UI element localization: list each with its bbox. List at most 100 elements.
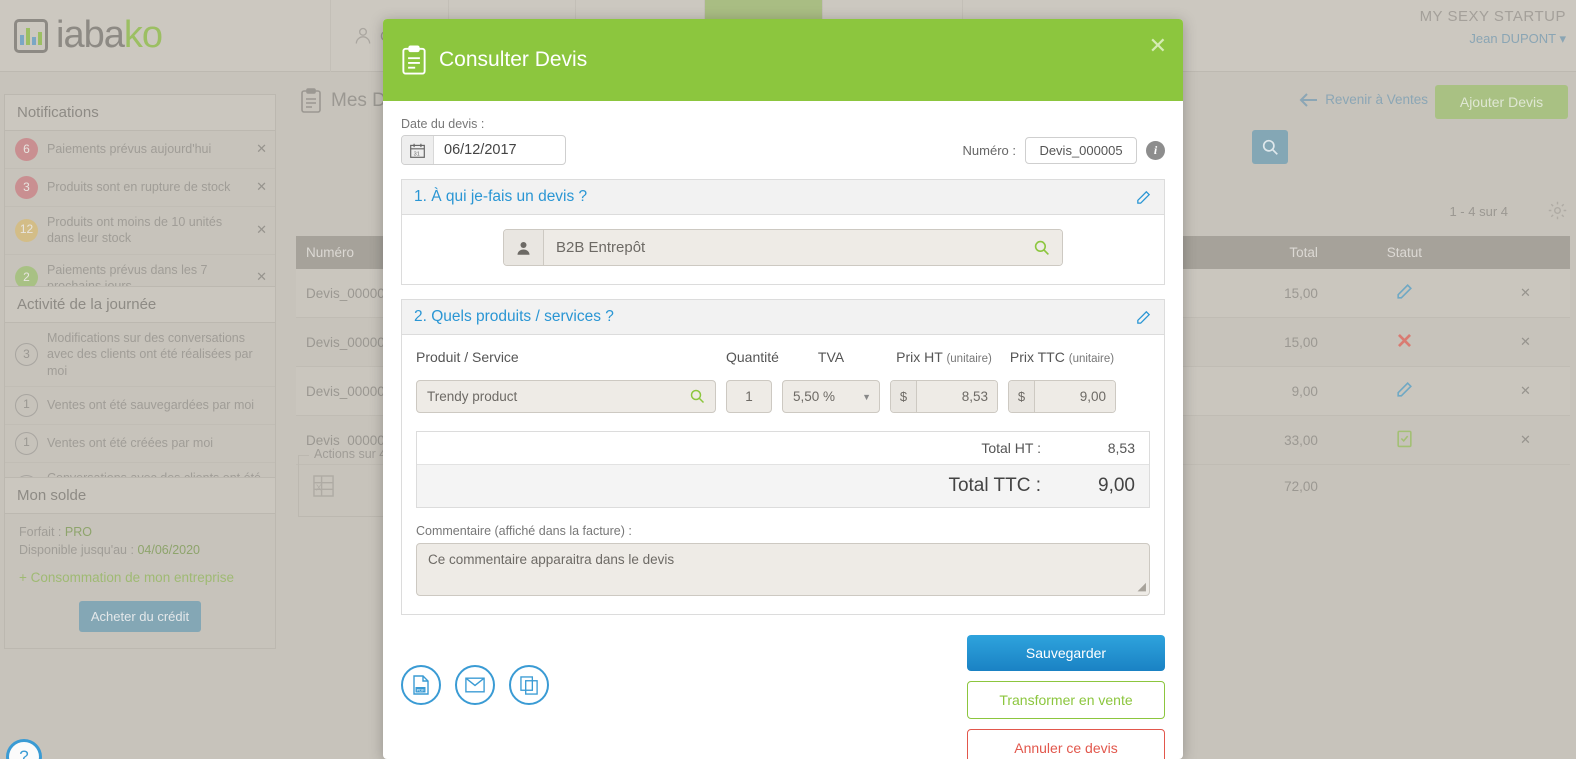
cell-delete[interactable]: ✕ — [1480, 317, 1570, 367]
clipboard-icon — [301, 88, 321, 113]
header-price-ht: Prix HT (unitaire) — [896, 349, 992, 365]
total-ht-row: Total HT : 8,53 — [417, 432, 1149, 464]
cell-total: 33,00 — [1162, 415, 1328, 465]
comment-textarea[interactable]: Ce commentaire apparaitra dans le devis … — [416, 543, 1150, 596]
date-value: 06/12/2017 — [444, 142, 517, 158]
col-actions — [1480, 236, 1570, 269]
total-ht-label: Total HT : — [981, 440, 1041, 456]
notifications-title: Notifications — [5, 95, 275, 131]
email-button[interactable] — [455, 665, 495, 705]
help-button[interactable]: ? — [6, 739, 42, 759]
back-link-label: Revenir à Ventes — [1325, 92, 1428, 107]
balance-plan-row: Forfait : PRO — [19, 525, 261, 539]
modal-footer: PDF Sauvegarder Transformer en vente Ann… — [383, 615, 1183, 759]
section-products-header: 2. Quels produits / services ? — [402, 300, 1164, 335]
activity-text: Ventes ont été sauvegardées par moi — [47, 398, 255, 413]
total-spacer2 — [1328, 465, 1481, 508]
date-label: Date du devis : — [401, 117, 485, 131]
balance-until-value: 04/06/2020 — [137, 543, 201, 557]
comment-value: Ce commentaire apparaitra dans le devis — [428, 552, 675, 567]
company-name: MY SEXY STARTUP — [1419, 8, 1566, 25]
price-ttc-input[interactable]: $ 9,00 — [1008, 380, 1116, 413]
activity-text: Ventes ont été créées par moi — [47, 436, 214, 451]
logo-mark-icon — [14, 18, 48, 53]
section-customer-title: 1. À qui je-fais un devis ? — [414, 188, 588, 205]
activity-title: Activité de la journée — [5, 287, 275, 323]
settings-gear-icon[interactable] — [1547, 200, 1568, 226]
col-statut[interactable]: Statut — [1327, 236, 1481, 269]
notification-item[interactable]: 12 Produits ont moins de 10 unités dans … — [5, 207, 275, 255]
cell-delete[interactable]: ✕ — [1480, 366, 1570, 416]
col-total[interactable]: Total — [1162, 236, 1328, 269]
price-ht-value: 8,53 — [917, 381, 997, 412]
currency-symbol: $ — [891, 381, 917, 412]
pdf-icon: PDF — [413, 675, 429, 695]
cell-statut[interactable] — [1327, 366, 1481, 416]
date-number-row: 31 06/12/2017 Numéro : Devis_000005 i — [401, 135, 1165, 165]
notifications-panel: Notifications 6 Paiements prévus aujourd… — [4, 94, 276, 302]
app-root: iabako Clients Produits Services Vente — [0, 0, 1576, 759]
pencil-icon[interactable] — [1135, 309, 1152, 326]
total-spacer3 — [1481, 465, 1570, 508]
price-ht-input[interactable]: $ 8,53 — [890, 380, 998, 413]
balance-body: Forfait : PRO Disponible jusqu'au : 04/0… — [5, 514, 275, 648]
activity-count: 1 — [15, 431, 38, 455]
action-buttons: Sauvegarder Transformer en vente Annuler… — [967, 635, 1165, 759]
duplicate-button[interactable] — [509, 665, 549, 705]
cell-statut[interactable] — [1327, 317, 1481, 367]
add-devis-button[interactable]: Ajouter Devis — [1435, 85, 1568, 119]
balance-plan-label: Forfait : — [19, 525, 62, 539]
search-icon[interactable] — [1034, 240, 1050, 256]
balance-title: Mon solde — [5, 478, 275, 514]
search-button[interactable] — [1252, 130, 1288, 164]
cell-total: 9,00 — [1162, 366, 1328, 416]
notification-text: Paiements prévus aujourd'hui — [47, 142, 212, 157]
totals-block: Total HT : 8,53 Total TTC : 9,00 — [416, 431, 1150, 508]
pencil-icon[interactable] — [1135, 189, 1152, 206]
back-to-ventes-link[interactable]: Revenir à Ventes — [1299, 92, 1428, 107]
company-block: MY SEXY STARTUP Jean DUPONT ▾ — [1420, 8, 1566, 47]
svg-text:PDF: PDF — [417, 687, 426, 692]
buy-credit-button[interactable]: Acheter du crédit — [79, 601, 201, 632]
cell-statut[interactable] — [1327, 415, 1481, 465]
customer-name: B2B Entrepôt — [556, 239, 646, 256]
resize-handle-icon[interactable]: ◢ — [1138, 580, 1146, 593]
numero-input[interactable]: Devis_000005 — [1025, 136, 1137, 164]
tva-value: 5,50 % — [793, 389, 836, 404]
tva-select[interactable]: 5,50 % ▼ — [782, 380, 880, 413]
cell-delete[interactable]: ✕ — [1480, 415, 1570, 465]
currency-symbol: $ — [1009, 381, 1035, 412]
price-ttc-value: 9,00 — [1035, 381, 1115, 412]
search-icon[interactable] — [690, 389, 705, 404]
cell-statut[interactable] — [1327, 269, 1481, 318]
pdf-button[interactable]: PDF — [401, 665, 441, 705]
close-icon[interactable]: ✕ — [256, 269, 267, 286]
close-icon[interactable]: ✕ — [1149, 35, 1167, 57]
consumption-link[interactable]: + Consommation de mon entreprise — [19, 570, 261, 585]
close-icon[interactable]: ✕ — [256, 179, 267, 196]
edit-icon — [1397, 382, 1412, 397]
customer-field[interactable]: B2B Entrepôt — [503, 229, 1063, 266]
notification-item[interactable]: 6 Paiements prévus aujourd'hui ✕ — [5, 131, 275, 169]
cell-delete[interactable]: ✕ — [1480, 269, 1570, 318]
user-menu[interactable]: Jean DUPONT ▾ — [1420, 31, 1566, 47]
date-input[interactable]: 31 06/12/2017 — [401, 135, 566, 165]
transform-to-sale-button[interactable]: Transformer en vente — [967, 681, 1165, 719]
close-icon[interactable]: ✕ — [256, 141, 267, 158]
total-ht-value: 8,53 — [1107, 440, 1135, 456]
balance-plan-value: PRO — [64, 525, 92, 539]
product-input[interactable]: Trendy product — [416, 380, 716, 413]
section-products-title: 2. Quels produits / services ? — [414, 308, 614, 325]
calendar-icon: 31 — [402, 136, 434, 164]
close-icon[interactable]: ✕ — [256, 222, 267, 239]
activity-count: 3 — [15, 342, 38, 366]
save-button[interactable]: Sauvegarder — [967, 635, 1165, 671]
quantity-input[interactable]: 1 — [726, 380, 772, 413]
customer-value-wrap: B2B Entrepôt — [544, 230, 1062, 265]
info-icon[interactable]: i — [1146, 140, 1165, 160]
notification-item[interactable]: 3 Produits sont en rupture de stock ✕ — [5, 169, 275, 207]
excel-export-icon[interactable]: X — [313, 474, 334, 503]
cancel-devis-button[interactable]: Annuler ce devis — [967, 729, 1165, 759]
activity-item: 1 Ventes ont été créées par moi — [5, 425, 275, 463]
header-product: Produit / Service — [416, 349, 519, 365]
